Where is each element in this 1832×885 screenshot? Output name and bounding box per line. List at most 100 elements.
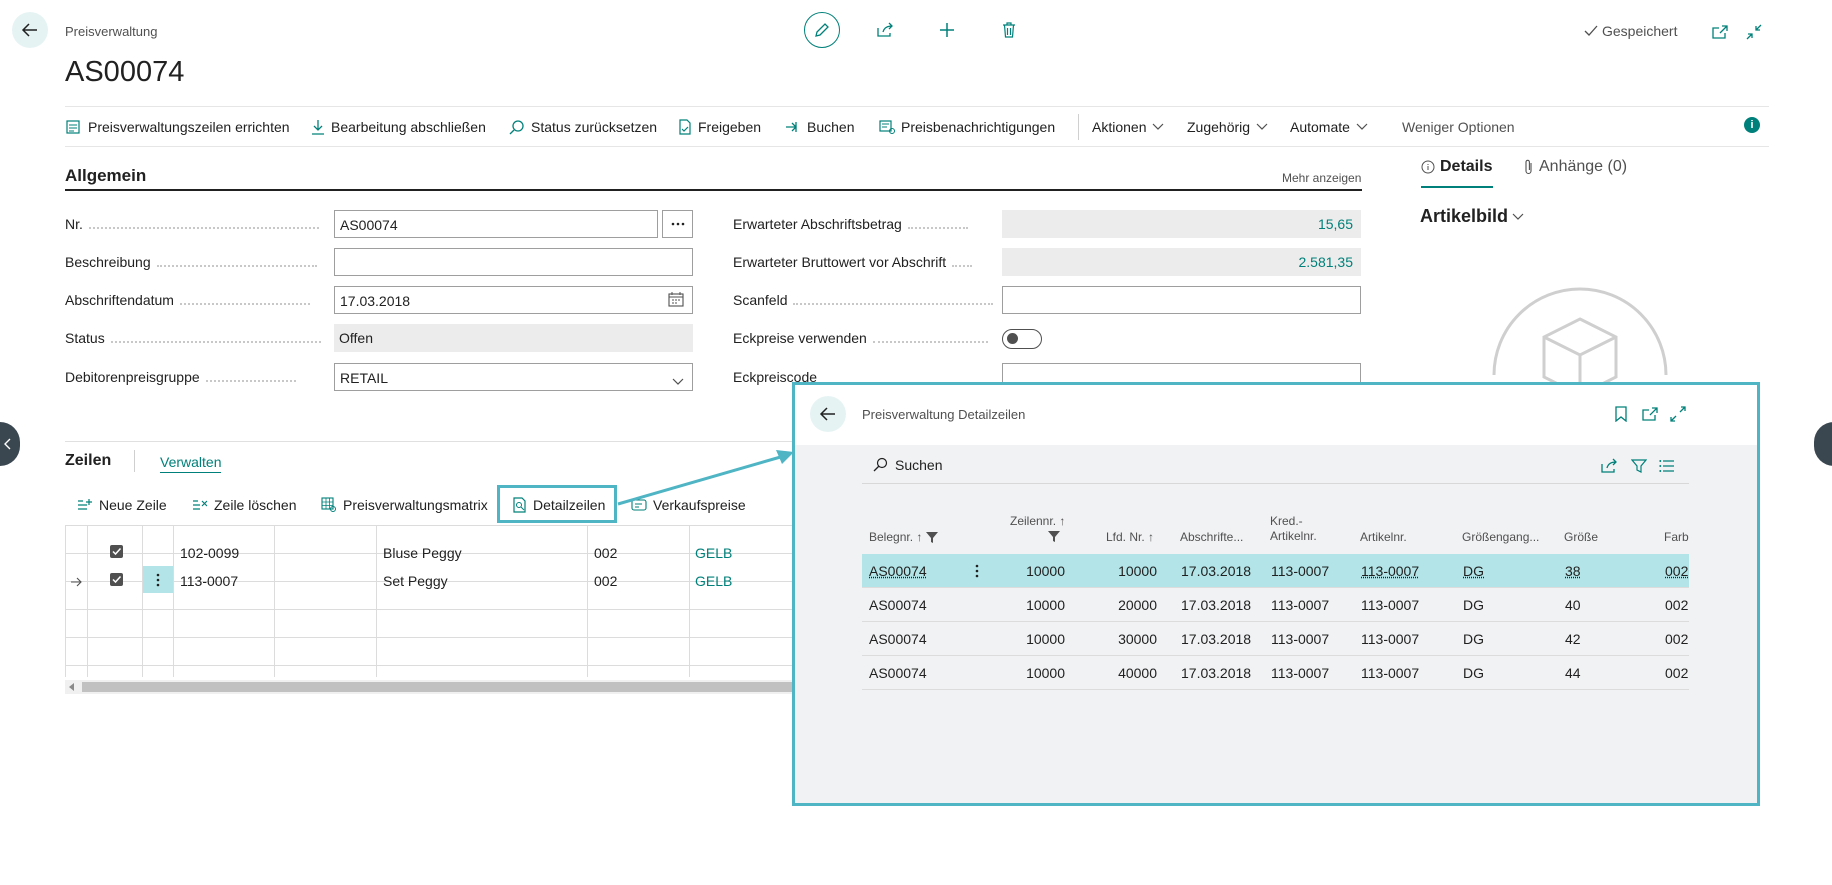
row-2-checkbox[interactable] — [110, 573, 123, 586]
less-options-button[interactable]: Weniger Optionen — [1402, 116, 1515, 138]
col-kred-artikelnr[interactable]: Kred.- Artikelnr. — [1270, 514, 1317, 544]
zeile-loeschen-button[interactable]: Zeile löschen — [192, 494, 297, 516]
dialog-cell-gg[interactable]: DG — [1463, 563, 1484, 579]
dialog-cell-kred[interactable]: 113-0007 — [1271, 597, 1329, 613]
action-preisbenachrichtigungen[interactable]: Preisbenachrichtigungen — [879, 116, 1055, 138]
dialog-filter-button[interactable] — [1625, 452, 1653, 480]
dialog-cell-farbe[interactable]: 002 — [1665, 563, 1689, 579]
dialog-cell-farbe[interactable]: 002 — [1665, 665, 1689, 681]
dialog-cell-datum[interactable]: 17.03.2018 — [1181, 597, 1251, 613]
dialog-cell-zeilennr[interactable]: 10000 — [995, 563, 1065, 579]
menu-aktionen[interactable]: Aktionen — [1092, 116, 1164, 138]
show-more-link[interactable]: Mehr anzeigen — [1282, 171, 1361, 185]
row-2-menu-button[interactable] — [143, 566, 173, 593]
dialog-cell-gg[interactable]: DG — [1463, 665, 1484, 681]
nr-input[interactable]: AS00074 — [334, 210, 658, 238]
dialog-cell-lfdnr[interactable]: 40000 — [1092, 665, 1157, 681]
dialog-cell-farbe[interactable]: 002 — [1665, 597, 1689, 613]
dialog-cell-artikel[interactable]: 113-0007 — [1361, 563, 1419, 579]
row-2-farbe[interactable]: GELB — [695, 573, 732, 589]
dialog-cell-gg[interactable]: DG — [1463, 597, 1484, 613]
right-edge-button[interactable] — [1814, 422, 1832, 466]
artikelbild-header[interactable]: Artikelbild — [1420, 206, 1524, 227]
dialog-share-button[interactable] — [1595, 452, 1623, 480]
dialog-cell-datum[interactable]: 17.03.2018 — [1181, 665, 1251, 681]
action-freigeben[interactable]: Freigeben — [678, 116, 761, 138]
action-buchen[interactable]: Buchen — [785, 116, 854, 138]
row-2-code[interactable]: 002 — [594, 573, 617, 589]
open-new-window-button[interactable] — [1706, 18, 1734, 46]
share-button[interactable] — [871, 16, 899, 44]
action-status-zuruecksetzen[interactable]: Status zurücksetzen — [509, 116, 657, 138]
dialog-cell-kred[interactable]: 113-0007 — [1271, 665, 1329, 681]
dialog-open-new-window-button[interactable] — [1636, 400, 1664, 428]
lines-horizontal-scrollbar[interactable] — [65, 680, 800, 694]
dialog-back-button[interactable] — [810, 396, 846, 432]
new-button[interactable] — [933, 16, 961, 44]
col-abschrifte[interactable]: Abschrifte... — [1180, 530, 1243, 545]
tab-attachments[interactable]: Anhänge (0) — [1524, 158, 1627, 176]
dialog-cell-groesse[interactable]: 44 — [1565, 665, 1581, 681]
debitorenpreisgruppe-select[interactable]: RETAIL — [334, 363, 693, 391]
dialog-cell-artikel[interactable]: 113-0007 — [1361, 597, 1419, 613]
neue-zeile-button[interactable]: Neue Zeile — [77, 494, 167, 516]
dialog-cell-lfdnr[interactable]: 20000 — [1092, 597, 1157, 613]
tab-details[interactable]: Details — [1421, 158, 1492, 176]
nr-lookup-button[interactable] — [662, 210, 693, 238]
action-preisverwaltungszeilen-errichten[interactable]: Preisverwaltungszeilen errichten — [66, 116, 290, 138]
info-icon[interactable]: i — [1744, 117, 1760, 133]
eckpreise-toggle[interactable] — [1002, 329, 1042, 349]
delete-button[interactable] — [995, 16, 1023, 44]
dialog-cell-zeilennr[interactable]: 10000 — [995, 665, 1065, 681]
dialog-cell-datum[interactable]: 17.03.2018 — [1181, 631, 1251, 647]
row-1-farbe[interactable]: GELB — [695, 545, 732, 561]
dialog-cell-kred[interactable]: 113-0007 — [1271, 631, 1329, 647]
dialog-cell-artikel[interactable]: 113-0007 — [1361, 631, 1419, 647]
dialog-cell-gg[interactable]: DG — [1463, 631, 1484, 647]
dialog-cell-belegnr[interactable]: AS00074 — [869, 665, 927, 681]
menu-zugehoerig[interactable]: Zugehörig — [1187, 116, 1268, 138]
dialog-cell-zeilennr[interactable]: 10000 — [995, 631, 1065, 647]
dialog-row-menu-button[interactable] — [972, 562, 982, 580]
menu-automate[interactable]: Automate — [1290, 116, 1368, 138]
col-groesse[interactable]: Größe — [1564, 530, 1598, 545]
row-1-code[interactable]: 002 — [594, 545, 617, 561]
dialog-cell-farbe[interactable]: 002 — [1665, 631, 1689, 647]
dialog-cell-lfdnr[interactable]: 30000 — [1092, 631, 1157, 647]
col-lfdnr[interactable]: Lfd. Nr. ↑ — [1106, 530, 1154, 545]
dialog-cell-belegnr[interactable]: AS00074 — [869, 563, 927, 579]
dialog-cell-lfdnr[interactable]: 10000 — [1092, 563, 1157, 579]
dialog-cell-belegnr[interactable]: AS00074 — [869, 631, 927, 647]
dialog-cell-kred[interactable]: 113-0007 — [1271, 563, 1329, 579]
left-edge-button[interactable] — [0, 422, 20, 466]
detailzeilen-button[interactable]: Detailzeilen — [513, 494, 605, 516]
col-artikelnr[interactable]: Artikelnr. — [1360, 530, 1407, 545]
beschreibung-input[interactable] — [334, 248, 693, 276]
dialog-cell-groesse[interactable]: 42 — [1565, 631, 1581, 647]
dialog-list-view-button[interactable] — [1653, 452, 1681, 480]
eckpreiscode-select[interactable] — [1002, 363, 1361, 383]
row-1-beschreibung[interactable]: Bluse Peggy — [383, 545, 462, 561]
dialog-search-button[interactable]: Suchen — [873, 457, 942, 473]
dialog-cell-artikel[interactable]: 113-0007 — [1361, 665, 1419, 681]
col-groessengang[interactable]: Größengang... — [1462, 530, 1539, 545]
bookmark-button[interactable] — [1607, 400, 1635, 428]
tab-verwalten[interactable]: Verwalten — [160, 454, 221, 473]
col-belegnr[interactable]: Belegnr. ↑ — [869, 530, 938, 545]
col-farbe[interactable]: Farbc — [1664, 530, 1689, 545]
row-1-checkbox[interactable] — [110, 545, 123, 558]
dialog-cell-groesse[interactable]: 40 — [1565, 597, 1581, 613]
action-bearbeitung-abschliessen[interactable]: Bearbeitung abschließen — [311, 116, 486, 138]
back-button[interactable] — [12, 12, 48, 48]
chevron-down-icon[interactable] — [672, 373, 684, 391]
dialog-cell-zeilennr[interactable]: 10000 — [995, 597, 1065, 613]
dialog-cell-belegnr[interactable]: AS00074 — [869, 597, 927, 613]
col-zeilennr[interactable]: Zeilennr. ↑ — [1010, 514, 1065, 529]
edit-button[interactable] — [804, 12, 840, 48]
row-1-artikelnr[interactable]: 102-0099 — [180, 545, 239, 561]
scanfeld-input[interactable] — [1002, 286, 1361, 314]
calendar-icon[interactable] — [668, 292, 684, 312]
dialog-cell-groesse[interactable]: 38 — [1565, 563, 1581, 579]
dialog-cell-datum[interactable]: 17.03.2018 — [1181, 563, 1251, 579]
abschriftendatum-input[interactable]: 17.03.2018 — [334, 286, 693, 314]
